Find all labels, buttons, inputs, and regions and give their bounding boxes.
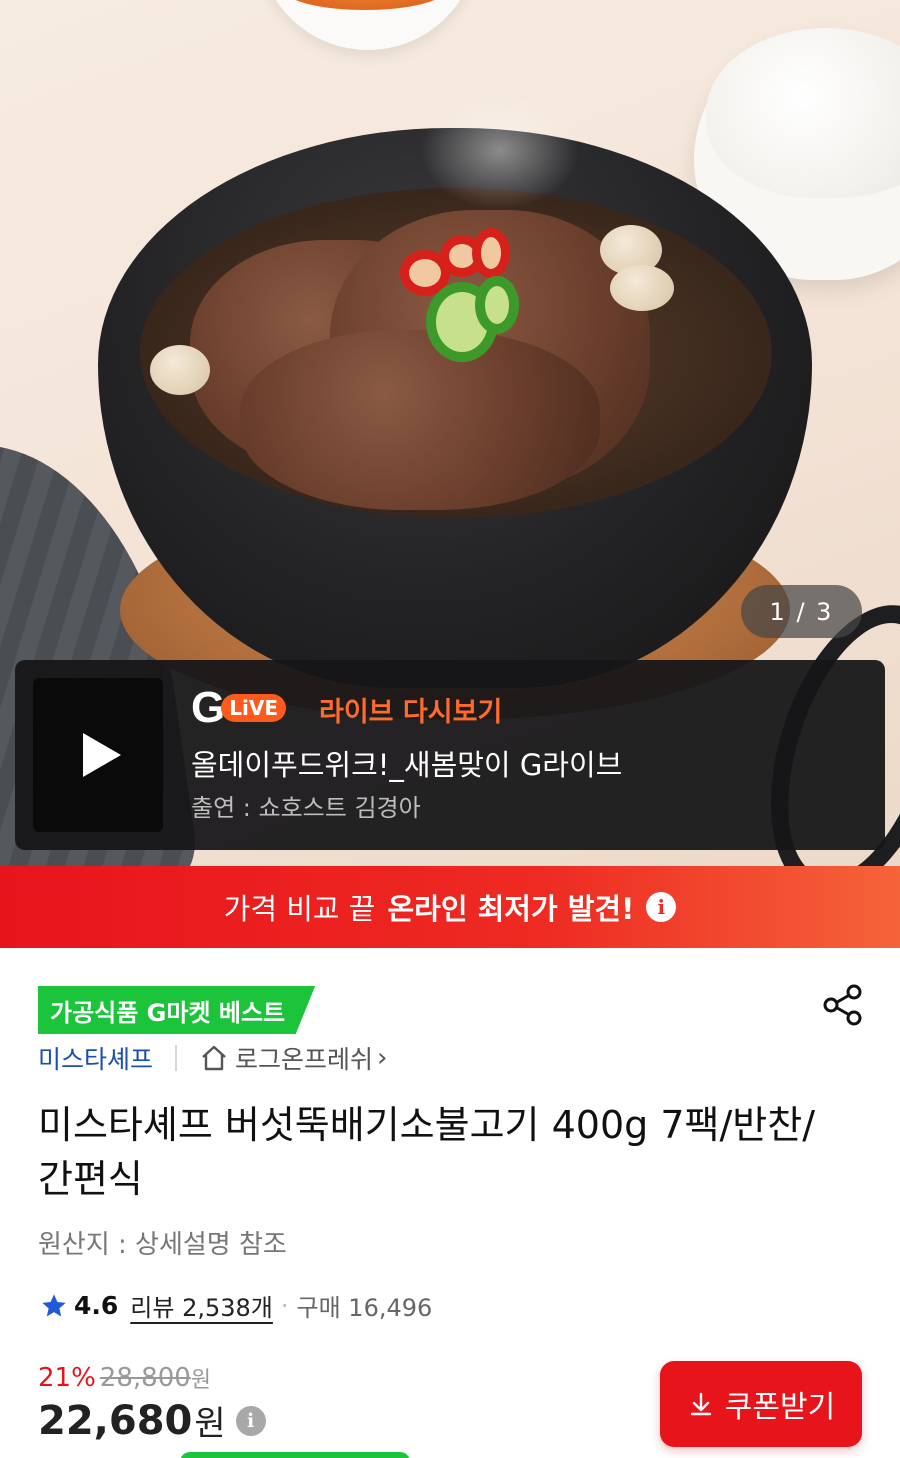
play-icon[interactable] — [83, 733, 121, 777]
rating-row: 4.6 리뷰 2,538개 · 구매 16,496 — [40, 1288, 432, 1323]
chevron-right-icon[interactable]: › — [377, 1043, 387, 1073]
share-icon[interactable] — [818, 980, 868, 1030]
bulgogi-meat — [240, 330, 600, 510]
info-icon[interactable]: i — [646, 892, 677, 922]
discount-row: 21% 28,800 원 — [38, 1362, 266, 1394]
mushroom — [150, 345, 210, 395]
promo-text-normal: 가격 비교 끝 — [223, 892, 376, 926]
store-link[interactable]: 로그온프레쉬 — [235, 1040, 373, 1076]
rice — [706, 28, 900, 198]
star-icon — [42, 1293, 66, 1316]
live-title: 올데이푸드위크!_새봄맞이 G라이브 — [191, 748, 623, 782]
sale-price-unit: 원 — [194, 1404, 226, 1444]
brand-link[interactable]: 미스타셰프 — [38, 1040, 153, 1076]
promo-text-bold: 온라인 최저가 발견! — [387, 892, 635, 926]
discount-rate: 21% — [38, 1363, 96, 1393]
glive-logo-live: LiVE — [221, 694, 286, 722]
steam — [420, 90, 580, 210]
sale-price: 22,680 — [38, 1397, 193, 1444]
origin-info: 원산지 : 상세설명 참조 — [38, 1230, 287, 1260]
glive-logo-g: G — [191, 683, 226, 732]
rating-value: 4.6 — [74, 1291, 119, 1320]
price-area: 21% 28,800 원 22,680 원 i — [38, 1362, 266, 1445]
red-chili — [472, 228, 510, 278]
lowest-price-banner[interactable]: 가격 비교 끝 온라인 최저가 발견! i — [0, 866, 900, 948]
original-price: 28,800 — [99, 1363, 191, 1393]
glive-logo: G LiVE — [191, 686, 286, 730]
separator-dot: · — [280, 1291, 289, 1320]
original-price-unit: 원 — [190, 1368, 212, 1393]
product-image[interactable]: 1 / 3 G LiVE 라이브 다시보기 올데이푸드위크!_새봄맞이 G라이브… — [0, 0, 900, 866]
coupon-button[interactable]: 쿠폰받기 — [660, 1361, 862, 1447]
image-page-counter: 1 / 3 — [741, 585, 862, 638]
live-replay-card[interactable]: G LiVE 라이브 다시보기 올데이푸드위크!_새봄맞이 G라이브 출연 : … — [15, 660, 885, 850]
seller-row: 미스타셰프 로그온프레쉬 › — [38, 1040, 387, 1076]
price-row: 22,680 원 i — [38, 1396, 266, 1445]
mushroom — [610, 265, 674, 311]
green-chili — [475, 276, 519, 334]
live-replay-label: 라이브 다시보기 — [319, 697, 503, 728]
home-icon[interactable] — [199, 1043, 229, 1073]
bottom-green-edge[interactable] — [180, 1452, 410, 1458]
download-icon — [690, 1392, 711, 1416]
live-thumbnail[interactable] — [33, 678, 163, 832]
purchase-count: 구매 16,496 — [296, 1294, 433, 1322]
review-link[interactable]: 리뷰 2,538개 — [130, 1288, 273, 1323]
product-title: 미스타셰프 버섯뚝배기소불고기 400g 7팩/반찬/간편식 — [38, 1103, 815, 1201]
live-cast: 출연 : 쇼호스트 김경아 — [191, 794, 421, 822]
coupon-button-label: 쿠폰받기 — [724, 1390, 836, 1425]
best-badge[interactable]: 가공식품 G마켓 베스트 — [38, 986, 316, 1034]
divider — [175, 1045, 178, 1071]
price-info-icon[interactable]: i — [235, 1405, 266, 1436]
